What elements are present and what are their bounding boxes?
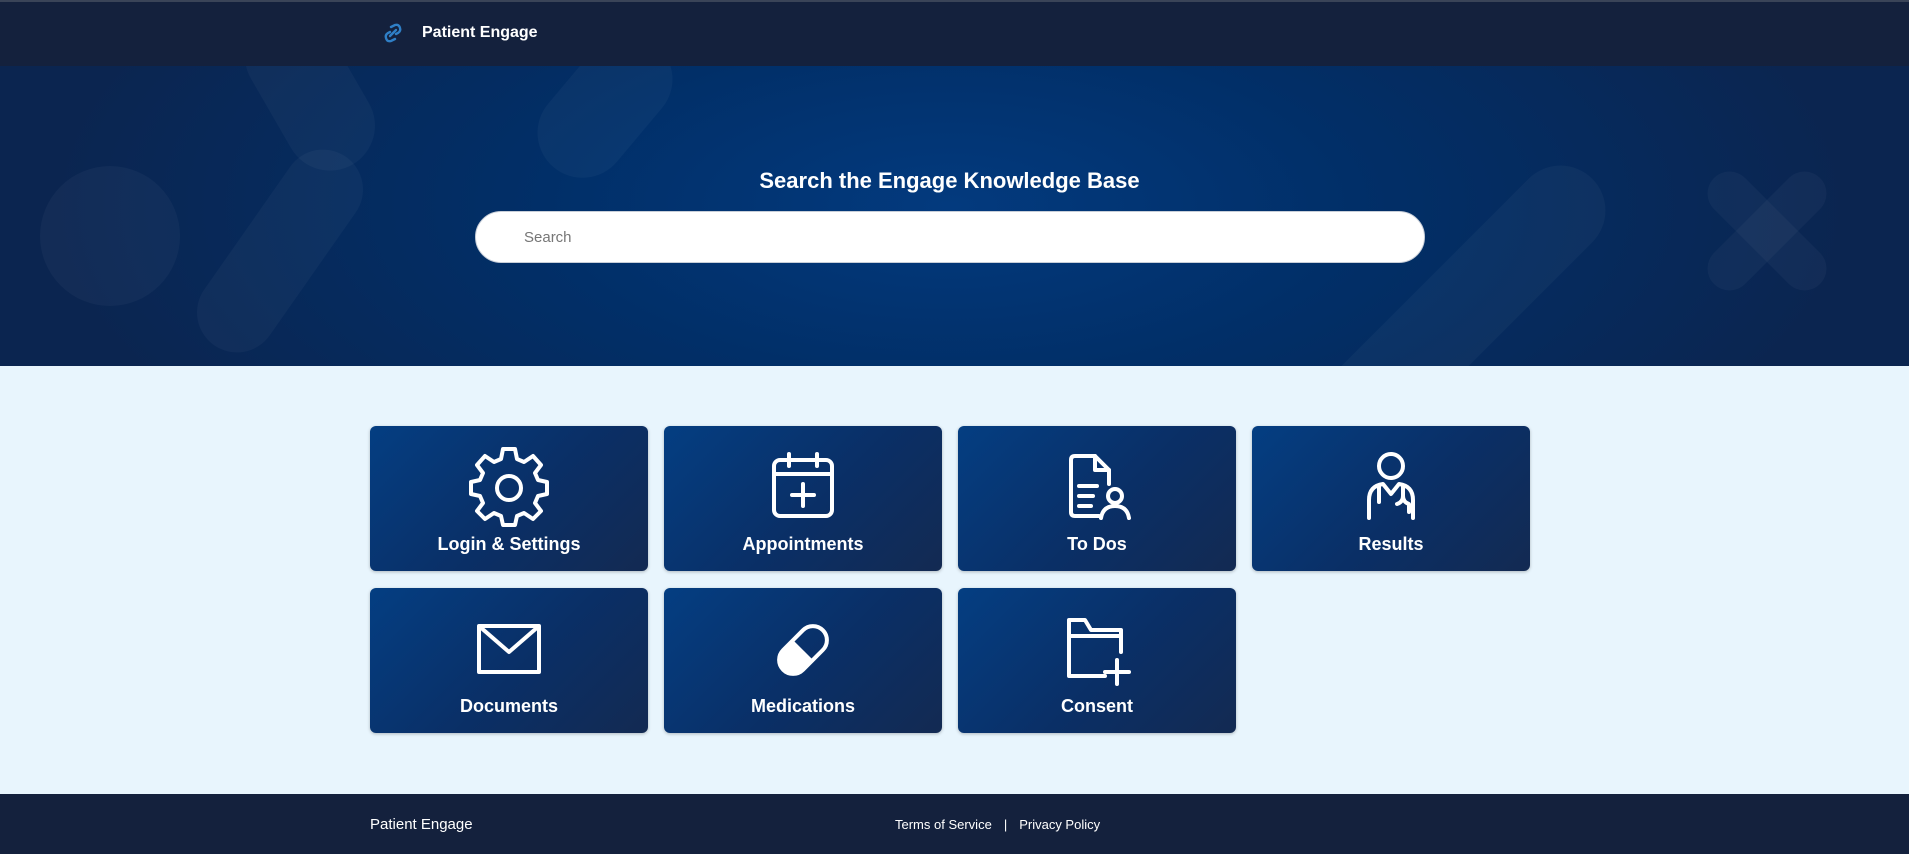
calendar-plus-icon — [761, 446, 845, 530]
envelope-icon — [467, 608, 551, 692]
top-navigation-bar: Patient Engage — [0, 0, 1909, 66]
tile-documents[interactable]: Documents — [370, 588, 648, 733]
tile-appointments[interactable]: Appointments — [664, 426, 942, 571]
search-bar[interactable] — [475, 211, 1425, 263]
footer: Patient Engage Terms of Service | Privac… — [0, 794, 1909, 854]
tile-medications[interactable]: Medications — [664, 588, 942, 733]
folder-plus-icon — [1055, 608, 1139, 692]
gear-icon — [467, 446, 551, 530]
document-person-icon — [1055, 446, 1139, 530]
category-tiles: Login & Settings Appointments To Dos Res… — [370, 426, 1530, 733]
brand-home-link[interactable]: Patient Engage — [380, 20, 538, 46]
tile-label: Documents — [459, 696, 558, 716]
pill-icon — [761, 608, 845, 692]
footer-separator: | — [1003, 817, 1008, 832]
privacy-policy-link[interactable]: Privacy Policy — [1019, 817, 1100, 832]
tile-label: Appointments — [742, 534, 864, 554]
tile-label: To Dos — [1067, 534, 1127, 554]
tile-login-settings[interactable]: Login & Settings — [370, 426, 648, 571]
footer-links: Terms of Service | Privacy Policy — [895, 817, 1100, 832]
link-icon — [384, 23, 402, 43]
hero-banner: Search the Engage Knowledge Base — [0, 66, 1909, 366]
tile-label: Login & Settings — [437, 534, 581, 554]
tile-results[interactable]: Results — [1252, 426, 1530, 571]
tile-label: Medications — [750, 696, 856, 716]
doctor-icon — [1349, 446, 1433, 530]
terms-of-service-link[interactable]: Terms of Service — [895, 817, 992, 832]
search-input[interactable] — [524, 228, 1384, 246]
tile-consent[interactable]: Consent — [958, 588, 1236, 733]
footer-brand: Patient Engage — [370, 816, 473, 833]
tile-label: Results — [1358, 534, 1424, 554]
tile-label: Consent — [1061, 696, 1133, 716]
hero-title: Search the Engage Knowledge Base — [759, 168, 1140, 193]
tile-to-dos[interactable]: To Dos — [958, 426, 1236, 571]
app-name: Patient Engage — [422, 24, 538, 41]
